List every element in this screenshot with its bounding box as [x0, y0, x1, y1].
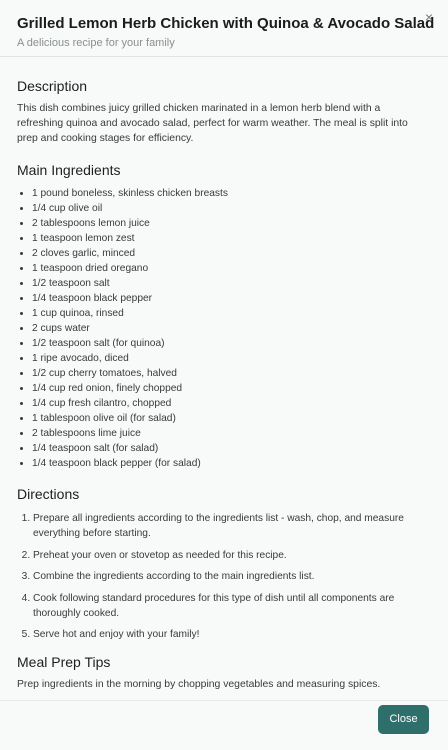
- ingredient-item: 1/4 cup olive oil: [32, 201, 228, 216]
- ingredient-item: 1/2 teaspoon salt: [32, 276, 228, 291]
- tips-heading: Meal Prep Tips: [17, 654, 111, 670]
- directions-list: Prepare all ingredients according to the…: [17, 511, 423, 649]
- ingredient-item: 1 pound boneless, skinless chicken breas…: [32, 186, 228, 201]
- ingredient-item: 1/2 teaspoon salt (for quinoa): [32, 336, 228, 351]
- ingredient-item: 1 cup quinoa, rinsed: [32, 306, 228, 321]
- recipe-subtitle: A delicious recipe for your family: [17, 37, 175, 49]
- directions-heading: Directions: [17, 486, 80, 502]
- ingredient-item: 2 tablespoons lime juice: [32, 426, 228, 441]
- ingredient-item: 1/4 teaspoon black pepper: [32, 291, 228, 306]
- close-icon[interactable]: ×: [422, 10, 436, 24]
- direction-step: Cook following standard procedures for t…: [33, 591, 423, 621]
- ingredient-item: 1 tablespoon olive oil (for salad): [32, 411, 228, 426]
- direction-step: Prepare all ingredients according to the…: [33, 511, 423, 541]
- ingredient-item: 2 cloves garlic, minced: [32, 246, 228, 261]
- ingredient-item: 1/2 cup cherry tomatoes, halved: [32, 366, 228, 381]
- ingredient-item: 1/4 cup fresh cilantro, chopped: [32, 396, 228, 411]
- description-text: This dish combines juicy grilled chicken…: [17, 103, 408, 144]
- ingredient-item: 1/4 teaspoon black pepper (for salad): [32, 456, 228, 471]
- ingredient-item: 1/4 cup red onion, finely chopped: [32, 381, 228, 396]
- direction-step: Preheat your oven or stovetop as needed …: [33, 548, 423, 563]
- recipe-modal: Grilled Lemon Herb Chicken with Quinoa &…: [0, 0, 448, 750]
- direction-step: Combine the ingredients according to the…: [33, 569, 423, 584]
- ingredient-item: 2 tablespoons lemon juice: [32, 216, 228, 231]
- ingredient-item: 2 cups water: [32, 321, 228, 336]
- recipe-title: Grilled Lemon Herb Chicken with Quinoa &…: [17, 15, 435, 32]
- modal-header: Grilled Lemon Herb Chicken with Quinoa &…: [0, 0, 448, 57]
- ingredients-heading: Main Ingredients: [17, 162, 121, 178]
- close-button[interactable]: Close: [378, 705, 429, 734]
- ingredient-item: 1 teaspoon lemon zest: [32, 231, 228, 246]
- ingredients-list: 1 pound boneless, skinless chicken breas…: [17, 186, 228, 471]
- tips-text: Prep ingredients in the morning by chopp…: [17, 679, 381, 690]
- description-heading: Description: [17, 78, 88, 94]
- modal-footer-divider: [0, 700, 448, 702]
- direction-step: Serve hot and enjoy with your family!: [33, 627, 423, 642]
- ingredient-item: 1/4 teaspoon salt (for salad): [32, 441, 228, 456]
- ingredient-item: 1 teaspoon dried oregano: [32, 261, 228, 276]
- ingredient-item: 1 ripe avocado, diced: [32, 351, 228, 366]
